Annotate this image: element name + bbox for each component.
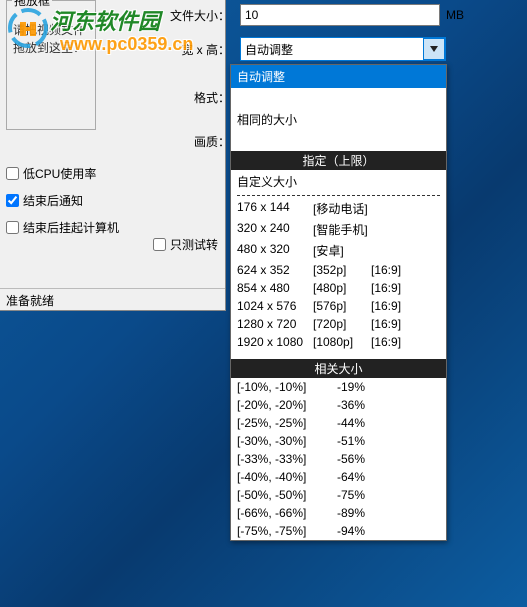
dropdown-arrow-icon[interactable] bbox=[423, 38, 445, 60]
dd-option-relative[interactable]: [-25%, -25%]-44% bbox=[231, 414, 446, 432]
dd-option-fixed[interactable]: 176 x 144[移动电话] bbox=[231, 198, 446, 219]
app-window: 拖放框 请把视频文件拖放到这里！ 文件大小： MB 宽 x 高： 自动调整 格式… bbox=[0, 0, 226, 311]
label-quality: 画质： bbox=[100, 133, 240, 150]
check-notify-box[interactable] bbox=[6, 194, 19, 207]
dd-option-relative[interactable]: [-66%, -66%]-89% bbox=[231, 504, 446, 522]
filesize-unit: MB bbox=[446, 8, 464, 22]
dd-option-same[interactable]: 相同的大小 bbox=[231, 108, 446, 131]
separator-icon bbox=[237, 195, 440, 196]
label-wh: 宽 x 高： bbox=[100, 41, 240, 58]
drop-zone-hint: 请把视频文件拖放到这里！ bbox=[7, 1, 95, 57]
dd-option-relative[interactable]: [-75%, -75%]-94% bbox=[231, 522, 446, 540]
status-bar: 准备就绪 bbox=[0, 288, 225, 310]
dd-option-fixed[interactable]: 1920 x 1080[1080p][16:9] bbox=[231, 333, 446, 351]
dd-option-relative[interactable]: [-33%, -33%]-56% bbox=[231, 450, 446, 468]
dd-option-fixed[interactable]: 320 x 240[智能手机] bbox=[231, 219, 446, 240]
dd-option-fixed[interactable]: 624 x 352[352p][16:9] bbox=[231, 261, 446, 279]
dd-header-relative: 相关大小 bbox=[231, 359, 446, 378]
dd-option-fixed[interactable]: 1280 x 720[720p][16:9] bbox=[231, 315, 446, 333]
dd-option-auto[interactable]: 自动调整 bbox=[231, 65, 446, 88]
check-test[interactable]: 只测试转 bbox=[153, 236, 218, 253]
drop-zone-title: 拖放框 bbox=[12, 0, 52, 9]
check-lowcpu-box[interactable] bbox=[6, 167, 19, 180]
dd-option-relative[interactable]: [-20%, -20%]-36% bbox=[231, 396, 446, 414]
filesize-input[interactable] bbox=[240, 4, 440, 26]
dd-option-fixed[interactable]: 480 x 320[安卓] bbox=[231, 240, 446, 261]
check-shutdown-box[interactable] bbox=[6, 221, 19, 234]
dd-header-fixed: 指定（上限） bbox=[231, 151, 446, 170]
dd-option-relative[interactable]: [-30%, -30%]-51% bbox=[231, 432, 446, 450]
check-notify[interactable]: 结束后通知 bbox=[6, 192, 119, 209]
label-format: 格式： bbox=[100, 89, 240, 106]
check-test-box[interactable] bbox=[153, 238, 166, 251]
wh-select-value: 自动调整 bbox=[245, 41, 293, 58]
check-shutdown[interactable]: 结束后挂起计算机 bbox=[6, 219, 119, 236]
wh-select[interactable]: 自动调整 bbox=[240, 37, 446, 61]
check-lowcpu[interactable]: 低CPU使用率 bbox=[6, 165, 119, 182]
wh-dropdown-list: 自动调整 相同的大小 指定（上限） 自定义大小 176 x 144[移动电话]3… bbox=[230, 64, 447, 541]
dd-option-relative[interactable]: [-10%, -10%]-19% bbox=[231, 378, 446, 396]
dd-option-fixed[interactable]: 854 x 480[480p][16:9] bbox=[231, 279, 446, 297]
label-filesize: 文件大小： bbox=[100, 7, 240, 24]
dd-option-fixed[interactable]: 1024 x 576[576p][16:9] bbox=[231, 297, 446, 315]
checkbox-group: 低CPU使用率 结束后通知 结束后挂起计算机 bbox=[6, 165, 119, 246]
drop-zone[interactable]: 拖放框 请把视频文件拖放到这里！ bbox=[6, 0, 96, 130]
dd-option-relative[interactable]: [-40%, -40%]-64% bbox=[231, 468, 446, 486]
dd-option-custom[interactable]: 自定义大小 bbox=[231, 170, 446, 193]
dd-option-relative[interactable]: [-50%, -50%]-75% bbox=[231, 486, 446, 504]
